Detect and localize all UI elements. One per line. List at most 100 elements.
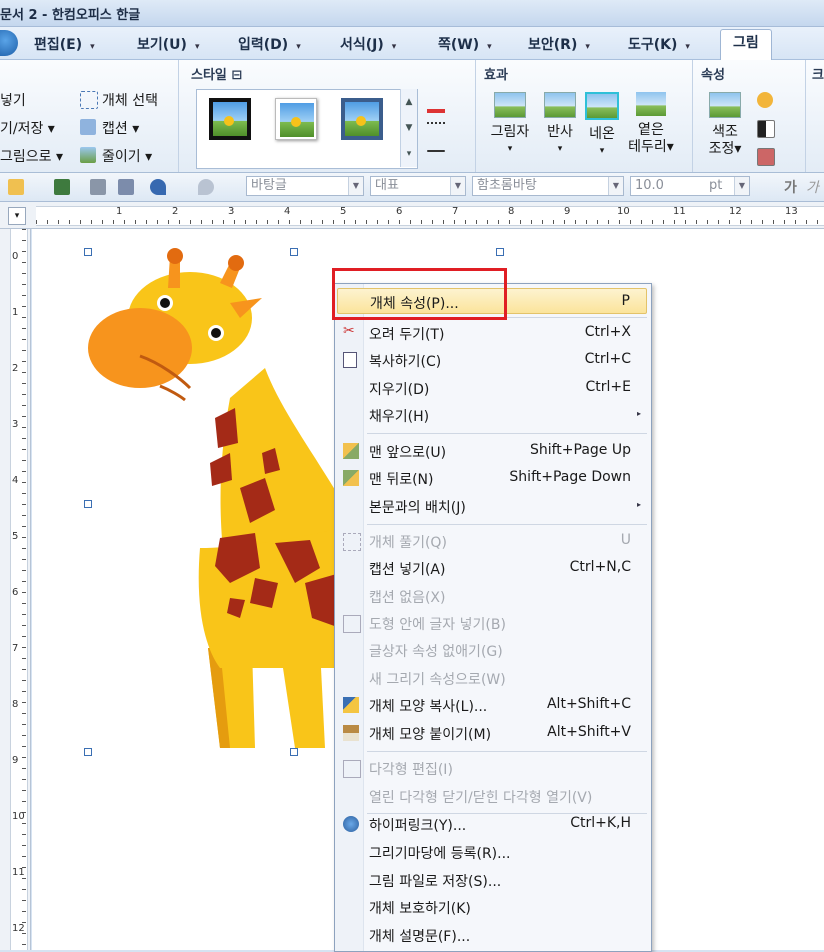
font-combo[interactable]: 함초롬바탕 ▼ bbox=[472, 176, 624, 196]
resize-handle-top-left[interactable] bbox=[84, 248, 92, 256]
picture-effect-icon[interactable] bbox=[757, 148, 775, 166]
print-icon[interactable] bbox=[90, 179, 106, 195]
save-icon[interactable] bbox=[54, 179, 70, 195]
menu-tools[interactable]: 도구(K) ▾ bbox=[628, 34, 690, 54]
polygon-edit-icon bbox=[343, 760, 361, 778]
menu-item-bring-to-front[interactable]: 맨 앞으로(U) Shift+Page Up bbox=[337, 438, 647, 464]
next-group-label: 크 bbox=[812, 68, 824, 83]
menu-item-insert-caption[interactable]: 캡션 넣기(A) Ctrl+N,C bbox=[337, 555, 647, 581]
chevron-down-icon[interactable]: ▼ bbox=[348, 177, 363, 195]
resize-handle-bottom-left[interactable] bbox=[84, 748, 92, 756]
menu-item-text-wrap[interactable]: 본문과의 배치(J) ▸ bbox=[337, 493, 647, 519]
ribbon-save-item[interactable]: 기/저장 ▾ bbox=[0, 118, 55, 138]
line-style-icon[interactable] bbox=[427, 150, 445, 152]
menu-item-hyperlink[interactable]: 하이퍼링크(Y)... Ctrl+K,H bbox=[337, 811, 647, 837]
chevron-down-icon: ▾ bbox=[194, 42, 200, 52]
menu-item-remove-textbox-props[interactable]: 글상자 속성 없애기(G) bbox=[337, 637, 647, 663]
style-thumb-black[interactable] bbox=[209, 98, 251, 140]
menu-view[interactable]: 보기(U) ▾ bbox=[137, 34, 199, 54]
menu-item-paste-object-format[interactable]: 개체 모양 붙이기(M) Alt+Shift+V bbox=[337, 720, 647, 746]
style-gallery-scrollbar[interactable]: ▲ ▼ ▾ bbox=[400, 89, 417, 167]
neon-icon bbox=[585, 92, 619, 120]
select-object-button[interactable]: 개체 선택 bbox=[102, 90, 158, 110]
copy-icon bbox=[343, 352, 357, 368]
soft-edge-icon bbox=[636, 92, 666, 116]
italic-button[interactable]: 가 bbox=[806, 177, 819, 197]
line-color-icon[interactable] bbox=[427, 93, 445, 113]
menu-item-delete[interactable]: 지우기(D) Ctrl+E bbox=[337, 375, 647, 401]
neon-button[interactable]: 네온 ▾ bbox=[580, 88, 624, 160]
resize-handle-top-middle[interactable] bbox=[290, 248, 298, 256]
menu-item-toggle-polygon[interactable]: 열린 다각형 닫기/닫힌 다각형 열기(V) bbox=[337, 783, 647, 809]
giraffe-picture[interactable] bbox=[80, 248, 340, 753]
menu-item-text-in-shape[interactable]: 도형 안에 글자 넣기(B) bbox=[337, 610, 647, 636]
menu-bar: 편집(E) ▾ 보기(U) ▾ 입력(D) ▾ 서식(J) ▾ 쪽(W) ▾ 보안(R) ▾… bbox=[0, 27, 824, 60]
menu-item-protect-object[interactable]: 개체 보호하기(K) bbox=[337, 894, 647, 920]
menu-item-copy-object-format[interactable]: 개체 모양 복사(L)... Alt+Shift+C bbox=[337, 692, 647, 718]
submenu-arrow-icon: ▸ bbox=[636, 500, 641, 509]
chevron-down-icon[interactable]: ▼ bbox=[734, 177, 749, 195]
chevron-down-icon[interactable]: ▼ bbox=[608, 177, 623, 195]
caption-button[interactable]: 캡션 ▾ bbox=[102, 118, 139, 138]
resize-handle-middle-left[interactable] bbox=[84, 500, 92, 508]
style-thumb-white[interactable] bbox=[275, 98, 317, 140]
open-folder-icon[interactable] bbox=[8, 179, 24, 195]
resize-handle-bottom-middle[interactable] bbox=[290, 748, 298, 756]
char-style-combo[interactable]: 대표 ▼ bbox=[370, 176, 466, 196]
menu-item-object-description[interactable]: 개체 설명문(F)... bbox=[337, 922, 647, 948]
line-dash-icon[interactable] bbox=[427, 122, 445, 134]
menu-item-send-to-back[interactable]: 맨 뒤로(N) Shift+Page Down bbox=[337, 465, 647, 491]
brightness-icon[interactable] bbox=[757, 92, 773, 108]
menu-item-register-drawing[interactable]: 그리기마당에 등록(R)... bbox=[337, 839, 647, 865]
file-menu-button[interactable] bbox=[0, 30, 18, 56]
scissors-icon: ✂ bbox=[343, 323, 355, 339]
window-title: 문서 2 - 한컴오피스 한글 bbox=[0, 8, 141, 23]
menu-insert[interactable]: 입력(D) ▾ bbox=[238, 34, 301, 54]
text-in-shape-icon bbox=[343, 615, 361, 633]
menu-security[interactable]: 보안(R) ▾ bbox=[528, 34, 590, 54]
ribbon-as-picture-item[interactable]: 그림으로 ▾ bbox=[0, 146, 63, 166]
scroll-down-icon[interactable]: ▼ bbox=[401, 115, 417, 141]
soft-edge-button[interactable]: 옅은 테두리▾ bbox=[626, 88, 676, 156]
gallery-more-icon[interactable]: ▾ bbox=[401, 141, 417, 167]
redo-icon[interactable] bbox=[198, 179, 214, 195]
menu-item-ungroup[interactable]: 개체 풀기(Q) U bbox=[337, 528, 647, 554]
menu-item-save-as-picture[interactable]: 그림 파일로 저장(S)... bbox=[337, 867, 647, 893]
reflection-button[interactable]: 반사 ▾ bbox=[538, 88, 582, 158]
menu-format[interactable]: 서식(J) ▾ bbox=[340, 34, 396, 54]
menu-item-fill[interactable]: 채우기(H) ▸ bbox=[337, 402, 647, 428]
bold-button[interactable]: 가 bbox=[784, 177, 797, 197]
paragraph-style-combo[interactable]: 바탕글 ▼ bbox=[246, 176, 364, 196]
menu-item-no-caption[interactable]: 캡션 없음(X) bbox=[337, 583, 647, 609]
context-menu: 개체 속성(P)... P ✂ 오려 두기(T) Ctrl+X 복사하기(C) … bbox=[334, 283, 652, 952]
horizontal-ruler[interactable]: ▾ 1 2 3 4 5 6 7 8 9 10 11 12 13 bbox=[0, 202, 824, 229]
style-gallery[interactable] bbox=[196, 89, 418, 169]
ribbon-group-next: 크 bbox=[806, 60, 824, 172]
undo-icon[interactable] bbox=[150, 179, 166, 195]
shadow-button[interactable]: 그림자 ▾ bbox=[488, 88, 532, 158]
resize-handle-top-right[interactable] bbox=[496, 248, 504, 256]
color-adjust-icon bbox=[709, 92, 741, 118]
menu-edit[interactable]: 편집(E) ▾ bbox=[34, 34, 95, 54]
menu-item-polygon-edit[interactable]: 다각형 편집(I) bbox=[337, 755, 647, 781]
menu-page[interactable]: 쪽(W) ▾ bbox=[438, 34, 492, 54]
font-size-combo[interactable]: 10.0 pt ▼ bbox=[630, 176, 750, 196]
style-thumb-blue[interactable] bbox=[341, 98, 383, 140]
contrast-icon[interactable] bbox=[757, 120, 775, 138]
caption-icon bbox=[80, 119, 96, 135]
ungroup-icon bbox=[343, 533, 361, 551]
color-adjust-button[interactable]: 색조 조정▾ bbox=[703, 88, 747, 158]
ruler-corner-button[interactable]: ▾ bbox=[8, 207, 26, 225]
menu-item-copy[interactable]: 복사하기(C) Ctrl+C bbox=[337, 347, 647, 373]
scroll-up-icon[interactable]: ▲ bbox=[401, 89, 417, 115]
vertical-ruler[interactable]: 0 1 2 3 4 5 6 7 8 9 10 11 12 bbox=[0, 229, 31, 950]
chevron-down-icon[interactable]: ▼ bbox=[450, 177, 465, 195]
hyperlink-icon bbox=[343, 816, 359, 832]
reflection-icon bbox=[544, 92, 576, 118]
shrink-button[interactable]: 줄이기 ▾ bbox=[102, 146, 152, 166]
menu-item-cut[interactable]: ✂ 오려 두기(T) Ctrl+X bbox=[337, 320, 647, 346]
print-preview-icon[interactable] bbox=[118, 179, 134, 195]
menu-item-new-drawing-props[interactable]: 새 그리기 속성으로(W) bbox=[337, 665, 647, 691]
tab-picture[interactable]: 그림 bbox=[720, 29, 772, 60]
ribbon-insert-item[interactable]: 넣기 bbox=[0, 90, 26, 110]
